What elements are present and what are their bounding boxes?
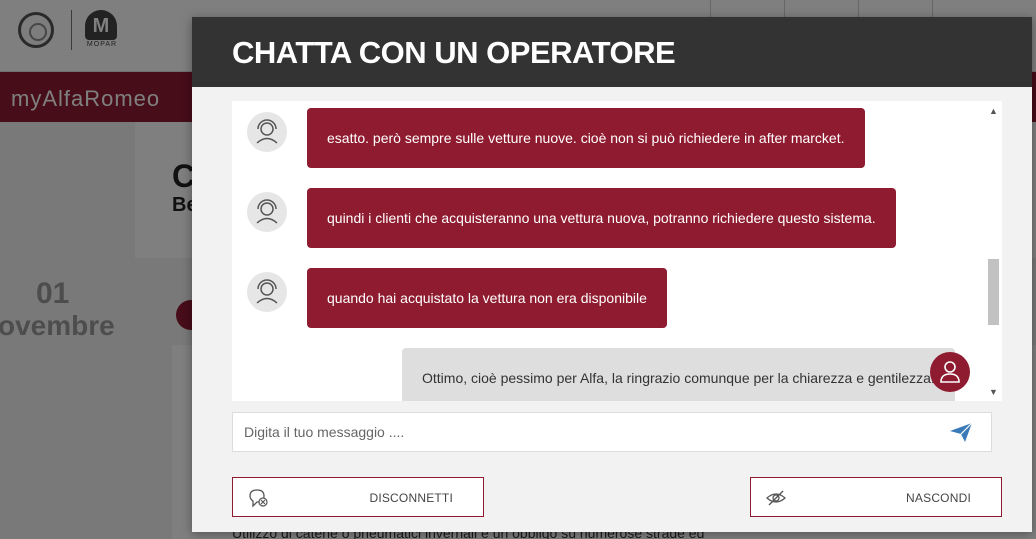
operator-headset-icon: [247, 272, 287, 312]
user-message: Ottimo, cioè pessimo per Alfa, la ringra…: [402, 348, 955, 401]
scroll-up-icon[interactable]: ▲: [985, 103, 1002, 119]
eye-hidden-icon: [765, 487, 787, 509]
chat-modal: CHATTA CON UN OPERATORE esatto. però sem…: [192, 17, 1032, 532]
operator-message: quando hai acquistato la vettura non era…: [307, 268, 667, 328]
message-input-box: [232, 412, 992, 452]
scroll-thumb[interactable]: [988, 259, 999, 325]
hide-button[interactable]: NASCONDI: [750, 477, 1002, 517]
modal-header: CHATTA CON UN OPERATORE: [192, 17, 1032, 87]
chat-scrollbar[interactable]: ▲ ▼: [985, 101, 1002, 401]
operator-headset-icon: [247, 112, 287, 152]
operator-message: quindi i clienti che acquisteranno una v…: [307, 188, 896, 248]
chat-disconnect-icon: [247, 487, 269, 509]
scroll-down-icon[interactable]: ▼: [985, 384, 1002, 400]
message-input[interactable]: [233, 413, 933, 451]
disconnect-button-label: DISCONNETTI: [369, 491, 453, 505]
send-icon[interactable]: [949, 421, 973, 443]
modal-title: CHATTA CON UN OPERATORE: [232, 35, 676, 70]
disconnect-button[interactable]: DISCONNETTI: [232, 477, 484, 517]
operator-headset-icon: [247, 192, 287, 232]
operator-message: esatto. però sempre sulle vetture nuove.…: [307, 108, 865, 168]
chat-messages[interactable]: esatto. però sempre sulle vetture nuove.…: [232, 101, 1002, 401]
user-icon: [930, 352, 970, 392]
hide-button-label: NASCONDI: [906, 491, 971, 505]
